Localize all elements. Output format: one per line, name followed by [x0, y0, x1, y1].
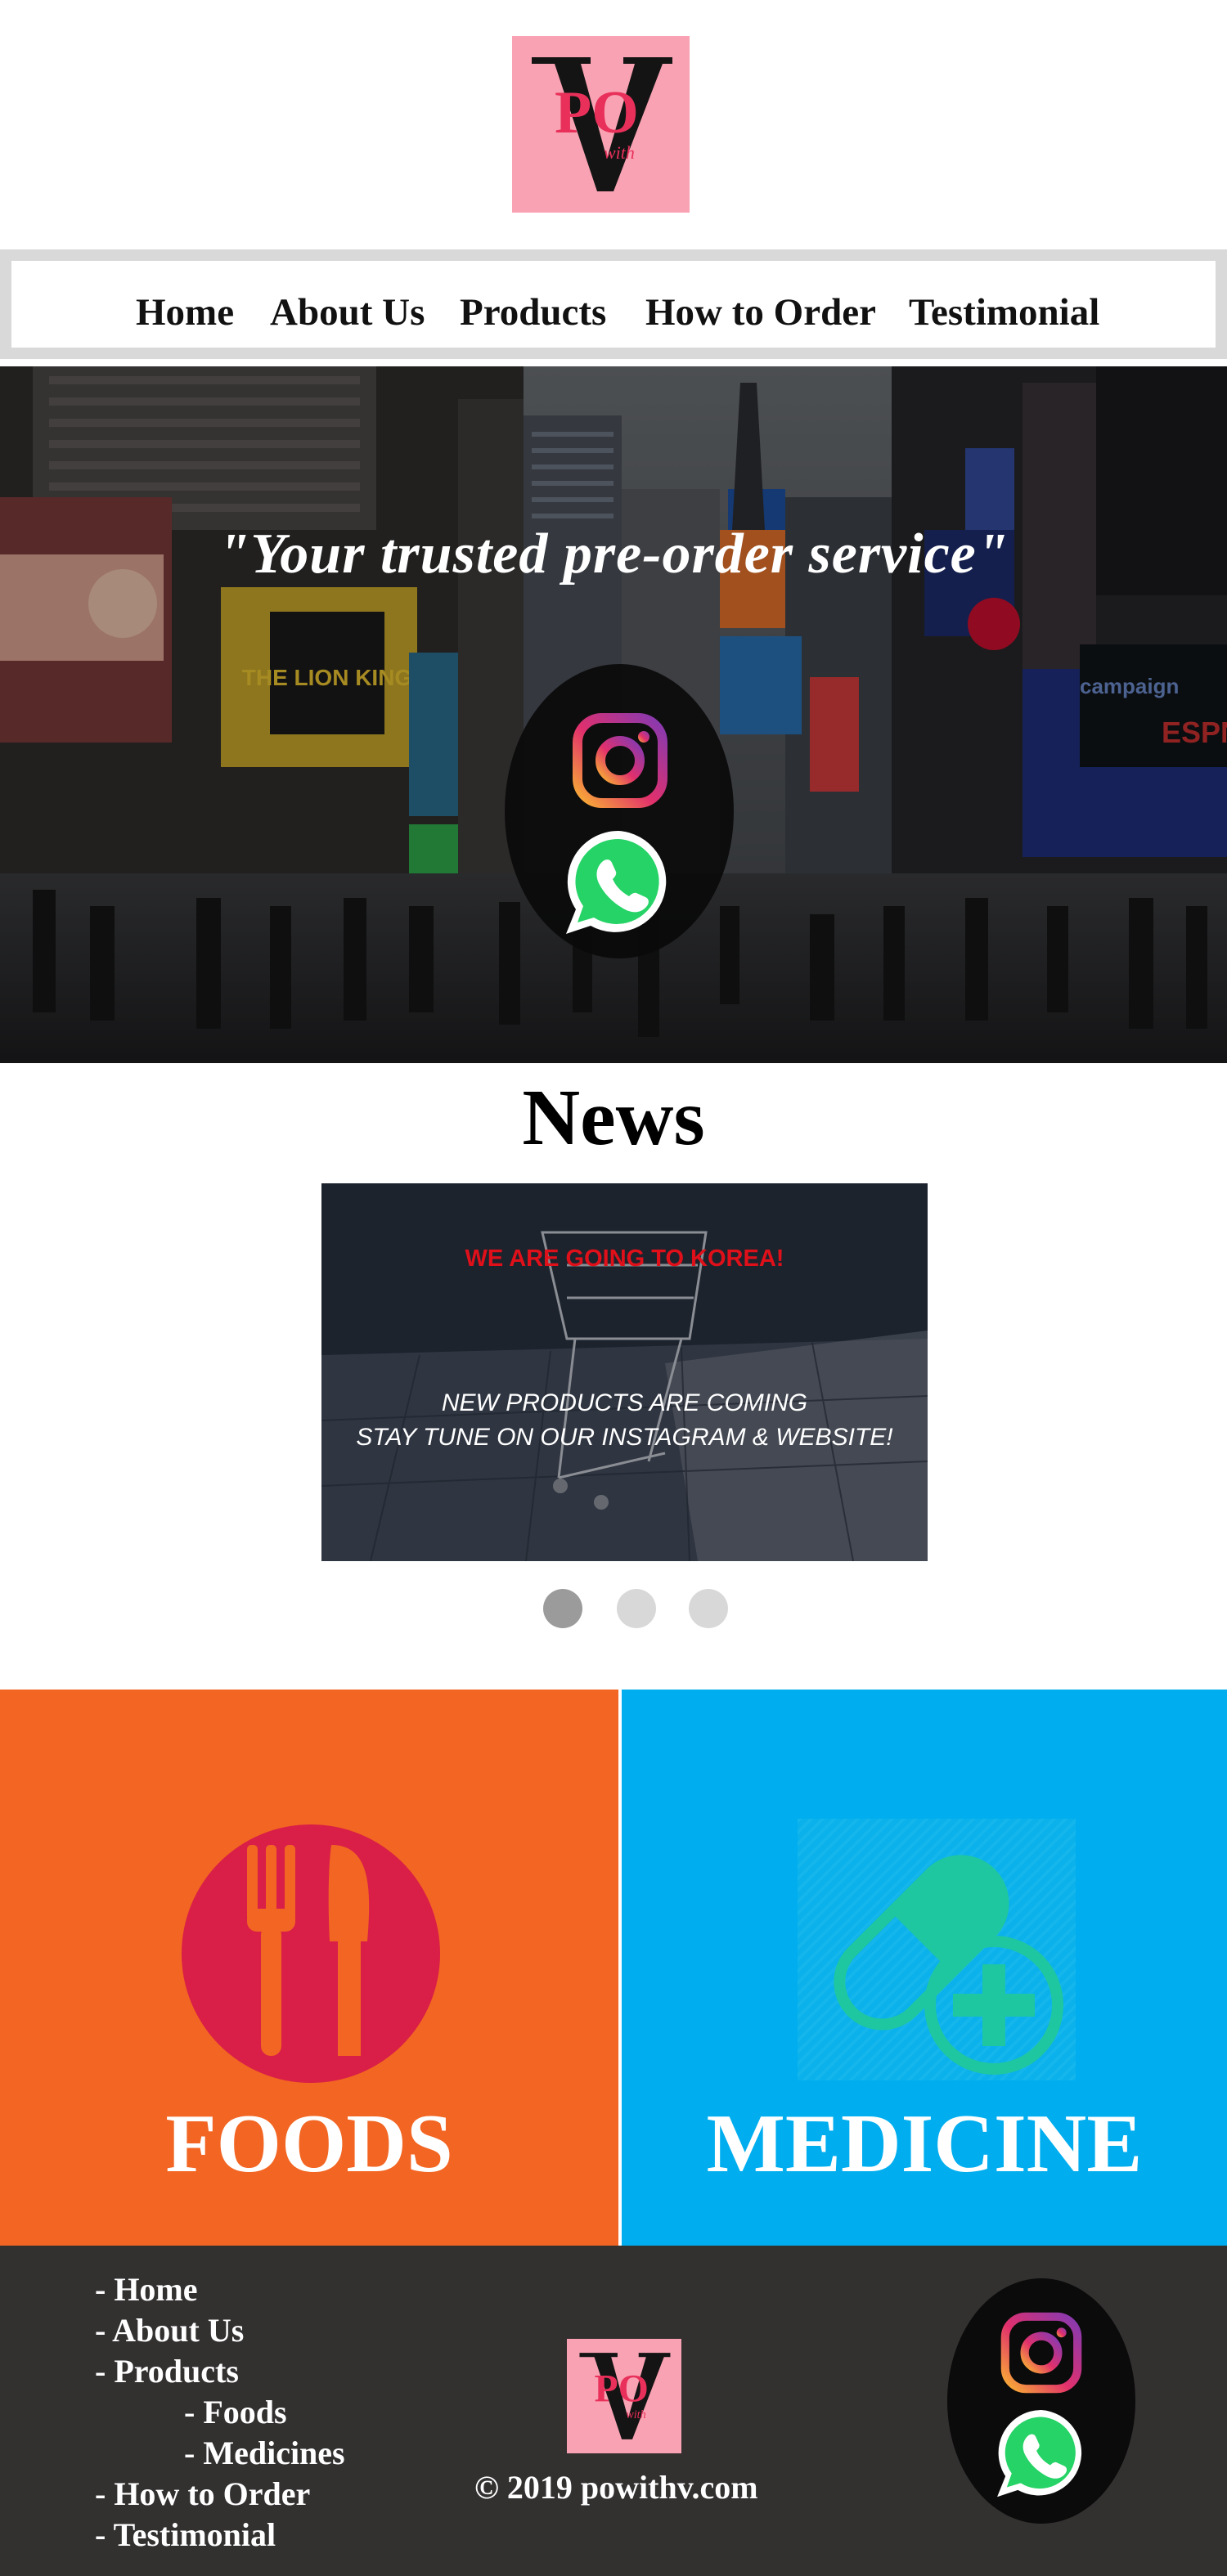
foods-category-tile[interactable]: FOODS [0, 1690, 618, 2246]
svg-text:with: with [626, 2408, 645, 2421]
news-slide-headline: WE ARE GOING TO KOREA! [465, 1245, 784, 1272]
carousel-dot-1[interactable] [543, 1589, 582, 1628]
instagram-icon[interactable] [1000, 2311, 1083, 2394]
whatsapp-icon[interactable] [993, 2406, 1090, 2502]
footer-link-products[interactable]: - Products [95, 2355, 239, 2388]
svg-text:PO: PO [555, 79, 639, 146]
nav-how-to-order[interactable]: How to Order [645, 294, 876, 332]
svg-text:with: with [604, 142, 635, 163]
news-heading: News [522, 1074, 705, 1162]
foods-label: FOODS [165, 2098, 453, 2190]
nav-home[interactable]: Home [136, 294, 234, 332]
news-slide-line-2: STAY TUNE ON OUR INSTAGRAM & WEBSITE! [356, 1424, 893, 1451]
nav-testimonial[interactable]: Testimonial [909, 294, 1099, 332]
pill-icon [798, 1819, 1076, 2080]
site-footer: - Home - About Us - Products - Foods - M… [0, 2246, 1227, 2576]
medicine-label: MEDICINE [706, 2098, 1143, 2190]
footer-link-medicines[interactable]: - Medicines [184, 2437, 345, 2470]
navigation-inner: Home About Us Products How to Order Test… [11, 261, 1216, 348]
navigation-bar: Home About Us Products How to Order Test… [0, 249, 1227, 359]
medicine-category-tile[interactable]: MEDICINE [622, 1690, 1227, 2246]
site-logo[interactable]: PO with [512, 36, 690, 213]
nav-about-us[interactable]: About Us [270, 294, 425, 332]
carousel-dot-3[interactable] [689, 1589, 728, 1628]
footer-link-about-us[interactable]: - About Us [95, 2314, 244, 2347]
news-slide[interactable]: WE ARE GOING TO KOREA! NEW PRODUCTS ARE … [321, 1183, 928, 1561]
hero-banner: THE LION KING campaign ESPN [0, 366, 1227, 1063]
footer-logo[interactable]: PO with [567, 2339, 681, 2453]
svg-text:PO: PO [595, 2367, 649, 2410]
hero-tagline: "Your trusted pre-order service" [218, 523, 1009, 586]
whatsapp-icon[interactable] [561, 826, 676, 940]
fork-knife-icon [182, 1824, 440, 2083]
footer-link-foods[interactable]: - Foods [184, 2396, 287, 2429]
news-slide-line-1: NEW PRODUCTS ARE COMING [441, 1389, 808, 1416]
footer-link-testimonial[interactable]: - Testimonial [95, 2519, 276, 2551]
instagram-icon[interactable] [571, 711, 669, 810]
footer-link-how-to-order[interactable]: - How to Order [95, 2478, 310, 2511]
carousel-dot-2[interactable] [617, 1589, 656, 1628]
footer-link-home[interactable]: - Home [95, 2273, 198, 2306]
news-slide-photo [321, 1183, 928, 1561]
footer-copyright: © 2019 powithv.com [474, 2469, 758, 2506]
nav-products[interactable]: Products [460, 294, 606, 332]
